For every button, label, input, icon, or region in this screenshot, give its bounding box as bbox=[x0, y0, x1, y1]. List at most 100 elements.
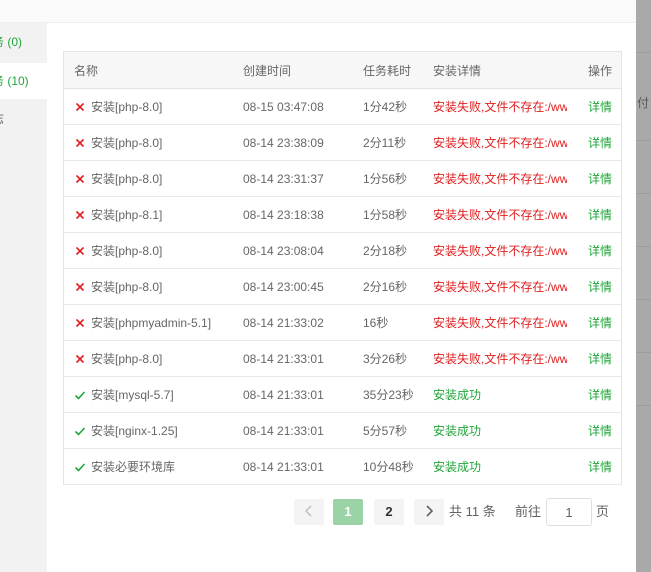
detail-link[interactable]: 详情 bbox=[588, 413, 618, 448]
install-detail: 安装失败,文件不存在:/www/server/panel/install/php… bbox=[433, 244, 567, 258]
detail-link[interactable]: 详情 bbox=[588, 233, 618, 268]
goto-label: 前往 bbox=[515, 504, 542, 519]
task-name-cell: 安装[phpmyadmin-5.1] bbox=[74, 305, 239, 340]
background-window: 付 bbox=[636, 0, 651, 572]
task-duration: 3分26秒 bbox=[363, 352, 408, 366]
table-row: 安装[phpmyadmin-5.1] 08-14 21:33:02 16秒 安装失败,… bbox=[64, 305, 621, 341]
task-name-cell: 安装必要环境库 bbox=[74, 449, 239, 484]
detail-link[interactable]: 详情 bbox=[588, 125, 618, 160]
chevron-right-icon bbox=[424, 504, 434, 519]
install-detail: 安装失败,文件不存在:/www/server/panel/install/php… bbox=[433, 352, 567, 366]
task-duration: 2分18秒 bbox=[363, 244, 408, 258]
task-name-cell: 安装[php-8.0] bbox=[74, 89, 239, 124]
header-duration: 任务耗时 bbox=[363, 63, 412, 78]
task-duration: 5分57秒 bbox=[363, 424, 408, 438]
created-time: 08-14 21:33:01 bbox=[243, 387, 324, 402]
task-name-cell: 安装[php-8.0] bbox=[74, 161, 239, 196]
install-detail: 安装成功 bbox=[433, 388, 482, 402]
task-name-cell: 安装[mysql-5.7] bbox=[74, 377, 239, 412]
fail-x-icon bbox=[74, 101, 86, 113]
total-count: 共 11 条 bbox=[449, 504, 496, 519]
install-detail: 安装成功 bbox=[433, 460, 482, 474]
page-button-2[interactable]: 2 bbox=[374, 499, 404, 525]
task-duration: 1分58秒 bbox=[363, 208, 408, 222]
detail-link[interactable]: 详情 bbox=[588, 161, 618, 196]
task-name-cell: 安装[php-8.0] bbox=[74, 125, 239, 160]
install-detail: 安装失败,文件不存在:/www/server/panel/install/php… bbox=[433, 172, 567, 186]
header-name: 名称 bbox=[74, 63, 99, 78]
install-detail: 安装失败,文件不存在:/www/server/panel/install/php… bbox=[433, 280, 567, 294]
page-button-1[interactable]: 1 bbox=[333, 499, 363, 525]
detail-link[interactable]: 详情 bbox=[588, 269, 618, 304]
created-time: 08-14 23:00:45 bbox=[243, 279, 324, 294]
side-menu: 务 (0) 务 (10) 志 bbox=[0, 23, 47, 572]
goto-page-input[interactable] bbox=[546, 498, 592, 526]
fail-x-icon bbox=[74, 209, 86, 221]
detail-link[interactable]: 详情 bbox=[588, 449, 618, 484]
success-check-icon bbox=[74, 425, 86, 437]
created-time: 08-14 23:18:38 bbox=[243, 207, 324, 222]
prev-page-button[interactable] bbox=[294, 499, 324, 525]
task-name: 安装[php-8.0] bbox=[91, 100, 163, 114]
created-time: 08-14 23:38:09 bbox=[243, 135, 324, 150]
install-detail: 安装成功 bbox=[433, 424, 482, 438]
table-row: 安装[php-8.0] 08-14 23:08:04 2分18秒 安装失败,文件不存在… bbox=[64, 233, 621, 269]
table-row: 安装必要环境库 08-14 21:33:01 10分48秒 安装成功 详情 bbox=[64, 449, 621, 485]
page-unit-label: 页 bbox=[596, 504, 610, 519]
detail-link[interactable]: 详情 bbox=[588, 341, 618, 376]
table-row: 安装[php-8.1] 08-14 23:18:38 1分58秒 安装失败,文件不存在… bbox=[64, 197, 621, 233]
task-name: 安装[nginx-1.25] bbox=[91, 424, 178, 438]
side-item-label: 志 bbox=[0, 101, 4, 137]
side-item-completed-tasks[interactable]: 务 (10) bbox=[0, 63, 47, 99]
detail-link[interactable]: 详情 bbox=[588, 197, 618, 232]
task-name-cell: 安装[php-8.0] bbox=[74, 233, 239, 268]
next-page-button[interactable] bbox=[414, 499, 444, 525]
created-time: 08-14 21:33:01 bbox=[243, 459, 324, 474]
table-body: 安装[php-8.0] 08-15 03:47:08 1分42秒 安装失败,文件不存在… bbox=[64, 89, 621, 485]
task-name: 安装[php-8.0] bbox=[91, 244, 163, 258]
install-detail: 安装失败,文件不存在:/www/server/panel/install/php… bbox=[433, 316, 567, 330]
side-item-pending-tasks[interactable]: 务 (0) bbox=[0, 24, 47, 60]
detail-link[interactable]: 详情 bbox=[588, 89, 618, 124]
table-row: 安装[php-8.0] 08-14 23:38:09 2分11秒 安装失败,文件不存在… bbox=[64, 125, 621, 161]
background-text: 付 bbox=[637, 96, 650, 110]
detail-link[interactable]: 详情 bbox=[588, 377, 618, 412]
task-dialog: 务 (0) 务 (10) 志 名称 创建时间 任务耗时 安装详情 操作 安装[p… bbox=[0, 0, 636, 572]
task-duration: 35分23秒 bbox=[363, 388, 414, 402]
fail-x-icon bbox=[74, 173, 86, 185]
table-row: 安装[php-8.0] 08-15 03:47:08 1分42秒 安装失败,文件不存在… bbox=[64, 89, 621, 125]
task-name: 安装[php-8.0] bbox=[91, 280, 163, 294]
table-row: 安装[php-8.0] 08-14 23:31:37 1分56秒 安装失败,文件不存在… bbox=[64, 161, 621, 197]
header-action: 操作 bbox=[588, 63, 613, 78]
fail-x-icon bbox=[74, 353, 86, 365]
screen: 付 务 (0) 务 (10) 志 名称 创建时间 任务耗时 安装详情 操作 安装… bbox=[0, 0, 651, 572]
header-created-time: 创建时间 bbox=[243, 63, 292, 78]
chevron-left-icon bbox=[304, 504, 314, 519]
task-duration: 10分48秒 bbox=[363, 460, 414, 474]
task-name: 安装[php-8.0] bbox=[91, 136, 163, 150]
task-name: 安装[mysql-5.7] bbox=[91, 388, 174, 402]
table-row: 安装[php-8.0] 08-14 21:33:01 3分26秒 安装失败,文件不存在… bbox=[64, 341, 621, 377]
install-detail: 安装失败,文件不存在:/www/server/panel/install/php… bbox=[433, 136, 567, 150]
table-header: 名称 创建时间 任务耗时 安装详情 操作 bbox=[64, 52, 621, 89]
fail-x-icon bbox=[74, 317, 86, 329]
task-name: 安装[php-8.0] bbox=[91, 352, 163, 366]
created-time: 08-14 21:33:01 bbox=[243, 351, 324, 366]
fail-x-icon bbox=[74, 137, 86, 149]
side-item-label: 务 (10) bbox=[0, 74, 29, 88]
task-name-cell: 安装[php-8.0] bbox=[74, 341, 239, 376]
success-check-icon bbox=[74, 461, 86, 473]
detail-link[interactable]: 详情 bbox=[588, 305, 618, 340]
task-duration: 2分16秒 bbox=[363, 280, 408, 294]
dialog-title-bar bbox=[0, 0, 636, 23]
fail-x-icon bbox=[74, 281, 86, 293]
side-item-log[interactable]: 志 bbox=[0, 101, 47, 137]
task-name: 安装必要环境库 bbox=[91, 460, 176, 474]
created-time: 08-14 23:08:04 bbox=[243, 243, 324, 258]
created-time: 08-14 23:31:37 bbox=[243, 171, 324, 186]
task-duration: 1分42秒 bbox=[363, 100, 408, 114]
task-name: 安装[php-8.0] bbox=[91, 172, 163, 186]
task-name-cell: 安装[nginx-1.25] bbox=[74, 413, 239, 448]
install-detail: 安装失败,文件不存在:/www/server/panel/install/php… bbox=[433, 208, 567, 222]
task-table: 名称 创建时间 任务耗时 安装详情 操作 安装[php-8.0] 08-15 03… bbox=[63, 51, 622, 485]
